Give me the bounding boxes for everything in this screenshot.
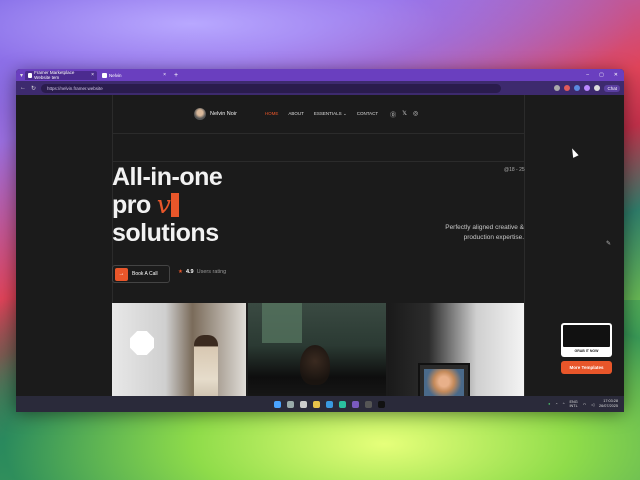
web-page: Nelvin Noir HOME ABOUT ESSENTIALS ⌄ CONT… (16, 95, 624, 409)
tab-framer-marketplace[interactable]: Framer Marketplace Website tem × (25, 70, 98, 80)
task-view-icon[interactable] (300, 400, 307, 408)
network-icon[interactable]: ◔ (555, 402, 557, 406)
hero-subtitle: Perfectly aligned creative & production … (416, 223, 524, 243)
framer-icon[interactable] (378, 400, 385, 408)
new-tab-button[interactable]: + (174, 72, 178, 79)
tab-bar: ▾ Framer Marketplace Website tem × Nelvi… (16, 69, 624, 81)
extension-icon[interactable] (584, 85, 591, 91)
site-nav: Nelvin Noir HOME ABOUT ESSENTIALS ⌄ CONT… (194, 105, 440, 123)
system-tray: ● ◔ ^ ENG INTL ◠ ◁ 17:03:28 26/07/2025 (548, 399, 624, 409)
photo-headphones (248, 303, 386, 409)
hero-line-2: pro v (112, 191, 222, 219)
back-icon[interactable]: ← (20, 85, 26, 91)
promo-card[interactable]: GRAB IT NOW (561, 323, 612, 357)
whatsapp-icon[interactable]: ● (548, 402, 550, 406)
nav-home[interactable]: HOME (265, 111, 279, 117)
star-icon: ★ (178, 269, 183, 275)
clock-date: 26/07/2025 (598, 404, 618, 408)
reload-icon[interactable]: ↻ (31, 85, 36, 92)
close-icon[interactable]: × (91, 72, 94, 78)
volume-icon[interactable]: ◁ (591, 402, 594, 407)
file-explorer-icon[interactable] (313, 400, 320, 408)
more-templates-button[interactable]: More Templates (561, 361, 612, 374)
subtitle-line-2: production expertise. (463, 234, 524, 241)
photo-photographer (112, 303, 246, 409)
window-controls: – ▢ ✕ (586, 72, 624, 78)
book-call-label: Book A Call (132, 271, 158, 277)
monitor-screen (424, 369, 464, 397)
user-rating: ★ 4.9 Users rating (178, 269, 226, 275)
tab-nelvin[interactable]: Nelvin × (99, 71, 169, 80)
close-icon[interactable]: × (163, 72, 166, 78)
softbox-light (130, 331, 154, 355)
windows-start-icon[interactable] (274, 400, 281, 408)
clock[interactable]: 17:03:28 26/07/2025 (599, 399, 618, 409)
avatar[interactable] (194, 108, 206, 120)
hero-word-pro: pro (112, 191, 151, 219)
chevron-down-icon: ⌄ (342, 111, 347, 116)
nav-about[interactable]: ABOUT (288, 111, 304, 117)
tab-title: Nelvin (109, 72, 122, 78)
extension-icon[interactable] (564, 85, 571, 91)
brand-name[interactable]: Nelvin Noir (210, 111, 237, 117)
app-icon[interactable] (352, 400, 359, 408)
minimize-icon[interactable]: – (586, 72, 589, 78)
rating-value: 4.9 (185, 269, 194, 275)
arrow-right-icon: → (115, 267, 128, 281)
edge-icon[interactable] (339, 400, 346, 408)
typing-cursor (171, 193, 180, 217)
grid-line (112, 161, 524, 162)
hero-line-1: All-in-one (112, 163, 223, 191)
person-head (300, 345, 330, 385)
nav-contact[interactable]: CONTACT (357, 111, 378, 117)
chevron-up-icon[interactable]: ^ (563, 402, 565, 406)
profile-avatar-icon[interactable] (594, 85, 601, 91)
extension-icon[interactable] (574, 85, 581, 91)
grid-line (112, 133, 524, 134)
framer-favicon-icon (28, 72, 33, 78)
tab-title: Framer Marketplace Website tem (34, 70, 75, 80)
wifi-icon[interactable]: ◠ (583, 402, 586, 407)
language-secondary: INTL (569, 404, 578, 408)
background-figure (262, 303, 302, 343)
extensions: Chat (554, 84, 620, 92)
browser-icon[interactable] (326, 400, 333, 408)
book-call-button[interactable]: → Book A Call (112, 265, 170, 283)
taskbar: ● ◔ ^ ENG INTL ◠ ◁ 17:03:28 26/07/2025 (16, 396, 624, 412)
date-tag: @18 - 25 (504, 167, 525, 173)
social-links: ⓪ 𝕏 ◎ (390, 110, 418, 119)
maximize-icon[interactable]: ▢ (599, 72, 604, 78)
address-bar: ← ↻ https://nelvin.framer.website Chat (16, 81, 624, 95)
rating-text: Users rating (196, 269, 227, 275)
grab-it-now-label: GRAB IT NOW (574, 349, 599, 353)
terminal-icon[interactable] (365, 400, 372, 408)
x-twitter-icon[interactable]: 𝕏 (402, 110, 407, 119)
subtitle-line-1: Perfectly aligned creative & (445, 224, 524, 231)
instagram-icon[interactable]: ◎ (413, 110, 418, 119)
search-icon[interactable] (287, 400, 294, 408)
photo-monitor (388, 303, 524, 409)
nelvin-favicon-icon (102, 72, 108, 78)
hero-line-3: solutions (112, 219, 219, 247)
grid-line (524, 95, 525, 409)
edit-pencil-icon[interactable]: ✎ (606, 240, 611, 247)
taskbar-apps (274, 400, 385, 408)
threads-icon[interactable]: ⓪ (390, 110, 396, 119)
language-indicator[interactable]: ENG INTL (570, 400, 578, 408)
typed-text: v (156, 190, 171, 219)
nav-essentials[interactable]: ESSENTIALS ⌄ (314, 111, 347, 117)
nav-menu: HOME ABOUT ESSENTIALS ⌄ CONTACT (265, 111, 378, 117)
url-input[interactable]: https://nelvin.framer.website (41, 83, 502, 93)
tab-menu-icon[interactable]: ▾ (20, 72, 23, 79)
close-window-icon[interactable]: ✕ (614, 72, 618, 78)
promo-thumbnail (563, 325, 610, 347)
nav-essentials-label: ESSENTIALS (313, 111, 342, 116)
hero-heading: All-in-one pro v solutions (112, 163, 223, 247)
extension-icon[interactable] (554, 85, 561, 91)
browser-window: ▾ Framer Marketplace Website tem × Nelvi… (16, 69, 624, 409)
chat-button[interactable]: Chat (604, 84, 620, 92)
